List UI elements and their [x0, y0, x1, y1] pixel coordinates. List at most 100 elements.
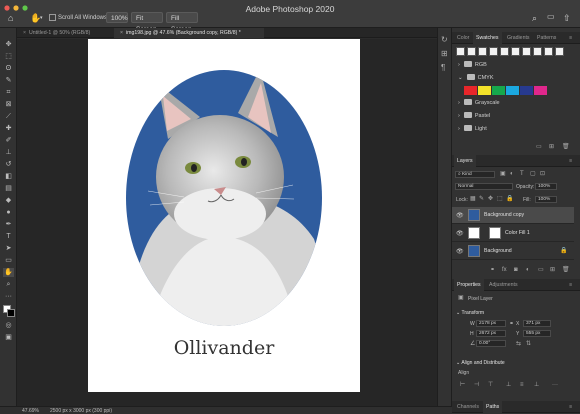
swatch[interactable]	[489, 47, 498, 56]
align-middle-icon[interactable]: ≡	[520, 382, 524, 389]
tab-paths[interactable]: Paths	[483, 401, 503, 413]
cmyk-swatch[interactable]	[478, 86, 491, 95]
angle-input[interactable]: 0.00°	[476, 340, 506, 347]
swatch-group-pastel[interactable]: › Pastel	[458, 112, 490, 121]
swatch[interactable]	[456, 47, 465, 56]
y-input[interactable]: 555 px	[523, 330, 551, 337]
lock-position-icon[interactable]: ✥	[488, 196, 493, 203]
tab-patterns[interactable]: Patterns	[534, 32, 559, 44]
filter-smart-object-icon[interactable]: ⊡	[540, 171, 545, 178]
fill-input[interactable]: 100%	[535, 196, 557, 203]
scroll-all-windows-checkbox[interactable]	[49, 14, 56, 21]
trash-icon[interactable]: 🗑	[562, 144, 570, 151]
tab-swatches[interactable]: Swatches	[473, 32, 502, 44]
layer-filter-kind[interactable]: ⌕ Kind	[455, 171, 495, 178]
visibility-eye-icon[interactable]: 👁	[456, 248, 464, 255]
close-icon[interactable]: ×	[120, 30, 123, 36]
swatch-group-rgb[interactable]: › RGB	[458, 61, 487, 70]
filter-pixel-icon[interactable]: ▣	[500, 171, 506, 178]
move-tool-icon[interactable]: ✥	[3, 40, 14, 49]
panel-menu-icon[interactable]: ≡	[566, 155, 575, 167]
history-icon[interactable]: ↻	[441, 36, 448, 44]
tab-color[interactable]: Color	[454, 32, 472, 44]
hand-tool-icon[interactable]: ✋	[3, 268, 14, 277]
opacity-input[interactable]: 100%	[535, 183, 557, 190]
tab-untitled-1[interactable]: × Untitled-1 @ 50% (RGB/8)	[17, 28, 113, 38]
cmyk-swatch[interactable]	[520, 86, 533, 95]
chevron-down-icon[interactable]: ▾	[40, 13, 43, 23]
filter-type-icon[interactable]: T	[520, 171, 524, 178]
x-input[interactable]: 371 px	[523, 320, 551, 327]
crop-tool-icon[interactable]: ⌗	[3, 88, 14, 97]
align-right-icon[interactable]: ⊤	[488, 382, 493, 389]
tab-properties[interactable]: Properties	[454, 279, 484, 291]
panel-menu-icon[interactable]: ≡	[566, 279, 575, 291]
path-selection-tool-icon[interactable]: ➤	[3, 244, 14, 253]
layer-row-color-fill-1[interactable]: 👁 Color Fill 1	[452, 225, 574, 242]
swatch[interactable]	[533, 47, 542, 56]
layer-row-background[interactable]: 👁 Background 🔒	[452, 243, 574, 260]
paragraph-icon[interactable]: ¶	[441, 64, 445, 72]
swatch[interactable]	[544, 47, 553, 56]
add-mask-icon[interactable]: ◙	[514, 267, 518, 274]
filter-adjustment-icon[interactable]: ◐	[510, 171, 514, 178]
share-icon[interactable]: ⇧	[563, 13, 571, 23]
new-layer-icon[interactable]: ⊞	[550, 267, 555, 274]
screen-mode-icon[interactable]: ▣	[3, 333, 14, 342]
layer-row-background-copy[interactable]: 👁 Background copy	[452, 207, 574, 224]
cmyk-swatch[interactable]	[534, 86, 547, 95]
swatch[interactable]	[467, 47, 476, 56]
home-icon[interactable]: ⌂	[8, 13, 13, 23]
clone-stamp-tool-icon[interactable]: ⊥	[3, 148, 14, 157]
new-swatch-icon[interactable]: ⊞	[549, 144, 554, 151]
width-input[interactable]: 2178 px	[476, 320, 506, 327]
zoom-100-button[interactable]: 100%	[106, 12, 128, 23]
background-color-swatch[interactable]	[7, 309, 15, 317]
artboard-tool-icon[interactable]: ⬚	[3, 52, 14, 61]
swatch[interactable]	[555, 47, 564, 56]
fill-screen-button[interactable]: Fill Screen	[166, 12, 198, 33]
close-icon[interactable]: ×	[23, 30, 26, 36]
zoom-tool-icon[interactable]: ⌕	[3, 280, 14, 289]
fit-screen-button[interactable]: Fit Screen	[131, 12, 163, 33]
lock-transparency-icon[interactable]: ▦	[470, 196, 476, 203]
trash-icon[interactable]: 🗑	[562, 267, 570, 274]
tab-gradients[interactable]: Gradients	[504, 32, 533, 44]
pen-tool-icon[interactable]: ✒	[3, 220, 14, 229]
link-layers-icon[interactable]: ⚭	[490, 267, 495, 274]
quick-selection-tool-icon[interactable]: ✎	[3, 76, 14, 85]
workspace-icon[interactable]: ▭	[547, 12, 555, 22]
canvas-area[interactable]: Ollivander	[17, 39, 437, 406]
more-options-icon[interactable]: ···	[552, 382, 558, 389]
history-brush-tool-icon[interactable]: ↺	[3, 160, 14, 169]
healing-brush-tool-icon[interactable]: ✚	[3, 124, 14, 133]
align-bottom-icon[interactable]: ⊥	[534, 382, 539, 389]
brush-tool-icon[interactable]: ✐	[3, 136, 14, 145]
align-section-title[interactable]: ⌄ Align and Distribute	[456, 360, 505, 366]
fx-icon[interactable]: fx	[502, 267, 507, 274]
blend-mode-select[interactable]: Normal	[455, 183, 513, 190]
lock-pixels-icon[interactable]: ✎	[479, 196, 484, 203]
lasso-tool-icon[interactable]: ʘ	[3, 64, 14, 73]
zoom-readout[interactable]: 47.69%	[22, 408, 39, 414]
filter-shape-icon[interactable]: ▢	[530, 171, 536, 178]
gradient-tool-icon[interactable]: ▤	[3, 184, 14, 193]
eraser-tool-icon[interactable]: ◧	[3, 172, 14, 181]
properties-icon[interactable]: ⊞	[441, 50, 448, 58]
tab-channels[interactable]: Channels	[454, 401, 482, 413]
type-tool-icon[interactable]: T	[3, 232, 14, 241]
visibility-eye-icon[interactable]: 👁	[456, 212, 464, 219]
cmyk-swatch[interactable]	[492, 86, 505, 95]
swatch[interactable]	[478, 47, 487, 56]
more-tools-icon[interactable]: ···	[3, 292, 14, 301]
swatch[interactable]	[511, 47, 520, 56]
new-group-icon[interactable]: ▭	[536, 144, 542, 151]
flip-horizontal-icon[interactable]: ⇆	[516, 341, 521, 348]
visibility-eye-icon[interactable]: 👁	[456, 230, 464, 237]
swatch[interactable]	[500, 47, 509, 56]
document-info[interactable]: 2500 px x 3000 px (300 ppi)	[50, 408, 112, 414]
cmyk-swatch[interactable]	[506, 86, 519, 95]
lock-all-icon[interactable]: 🔒	[506, 196, 513, 203]
search-icon[interactable]: ⌕	[532, 13, 537, 23]
swatch-group-light[interactable]: › Light	[458, 125, 487, 134]
